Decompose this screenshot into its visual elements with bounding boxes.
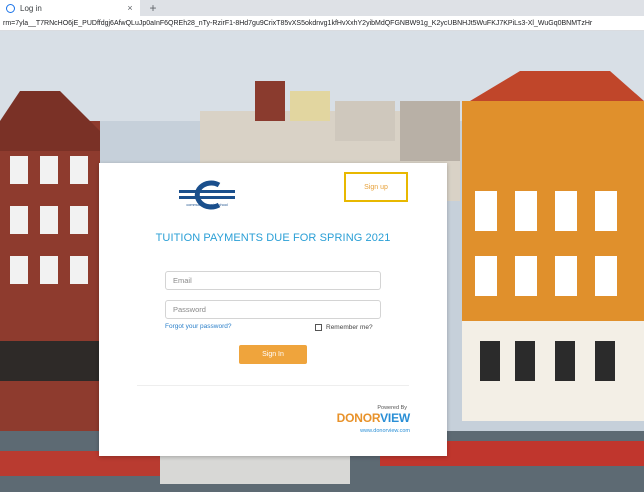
sign-up-link[interactable]: Sign up — [344, 172, 408, 202]
remember-me[interactable]: Remember me? — [315, 322, 373, 332]
loading-icon — [6, 3, 15, 13]
brand-part-donor: DONOR — [336, 411, 381, 425]
remember-me-checkbox[interactable] — [315, 323, 322, 331]
close-icon[interactable]: × — [124, 2, 136, 14]
login-card: community music school Sign up TUITION P… — [99, 163, 447, 456]
page-title: TUITION PAYMENTS DUE FOR SPRING 2021 — [155, 232, 391, 244]
divider — [137, 385, 409, 386]
brand-part-view: VIEW — [380, 411, 410, 425]
tab-title: Log in — [20, 3, 42, 13]
password-field[interactable] — [165, 300, 381, 319]
logo-text: community music school — [186, 203, 228, 207]
forgot-password-link[interactable]: Forgot your password? — [165, 323, 231, 330]
remember-me-label: Remember me? — [326, 323, 373, 331]
email-field[interactable] — [165, 271, 381, 290]
donorview-logo: DONORVIEW — [336, 411, 411, 425]
donorview-url-link[interactable]: www.donorview.com — [360, 428, 410, 434]
sign-in-button[interactable]: Sign In — [239, 345, 307, 364]
new-tab-icon[interactable]: + — [146, 1, 160, 15]
browser-tab[interactable]: Log in × — [0, 0, 140, 16]
address-bar[interactable]: rm=7yla__T7RNcHO6jE_PUDffdgj6AfwQLuJp0aI… — [0, 16, 644, 31]
browser-tab-bar: Log in × + — [0, 0, 644, 16]
